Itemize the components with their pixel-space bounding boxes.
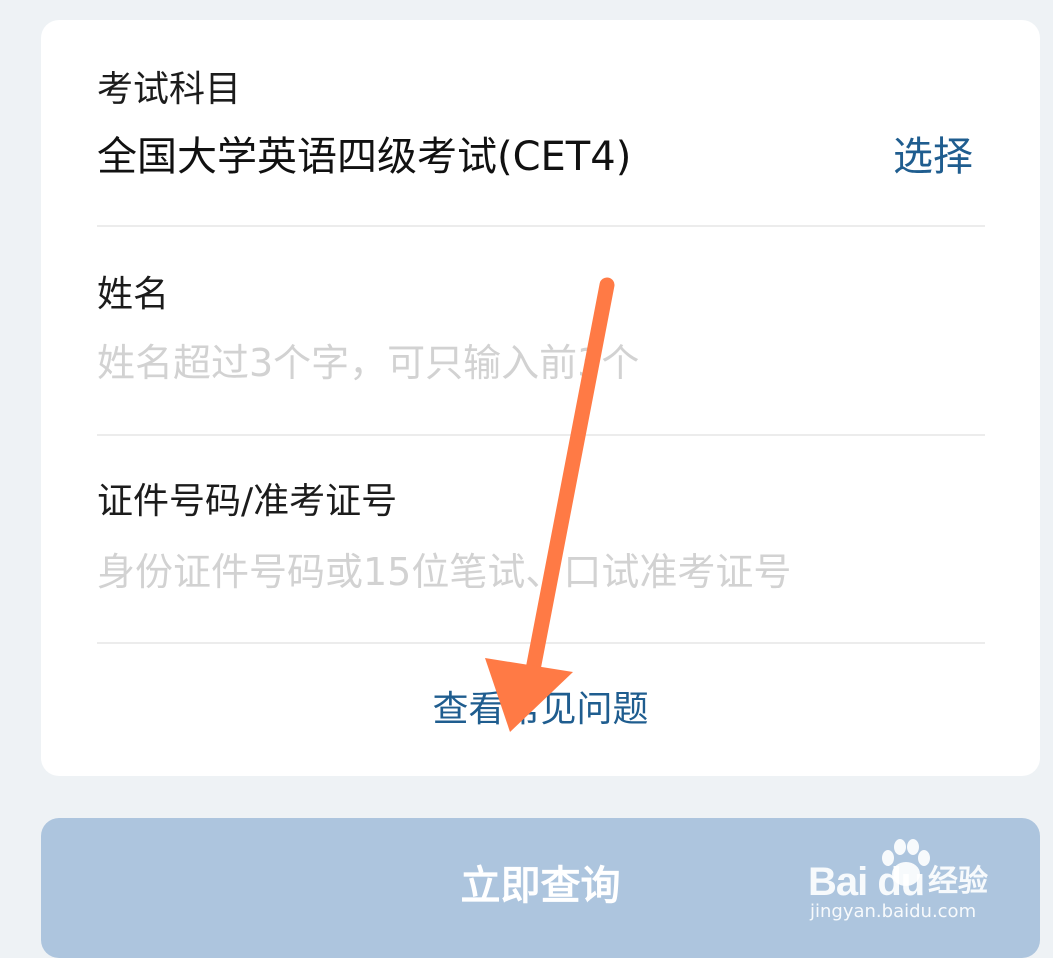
- select-subject-button[interactable]: 选择: [893, 132, 973, 182]
- divider: [97, 642, 985, 644]
- query-button[interactable]: 立即查询: [41, 818, 1040, 958]
- faq-link[interactable]: 查看常见问题: [41, 686, 1040, 734]
- id-number-input[interactable]: 身份证件号码或15位笔试、口试准考证号: [97, 548, 791, 596]
- id-number-label: 证件号码/准考证号: [97, 481, 398, 522]
- name-row: 姓名 姓名超过3个字，可只输入前3个: [97, 227, 985, 433]
- subject-row[interactable]: 考试科目 全国大学英语四级考试(CET4) 选择: [97, 20, 985, 225]
- id-number-row: 证件号码/准考证号 身份证件号码或15位笔试、口试准考证号: [97, 436, 985, 642]
- subject-label: 考试科目: [97, 69, 242, 110]
- name-label: 姓名: [97, 274, 170, 315]
- name-input[interactable]: 姓名超过3个字，可只输入前3个: [97, 339, 639, 387]
- subject-value: 全国大学英语四级考试(CET4): [97, 134, 632, 180]
- query-form-card: 考试科目 全国大学英语四级考试(CET4) 选择 姓名 姓名超过3个字，可只输入…: [41, 20, 1040, 776]
